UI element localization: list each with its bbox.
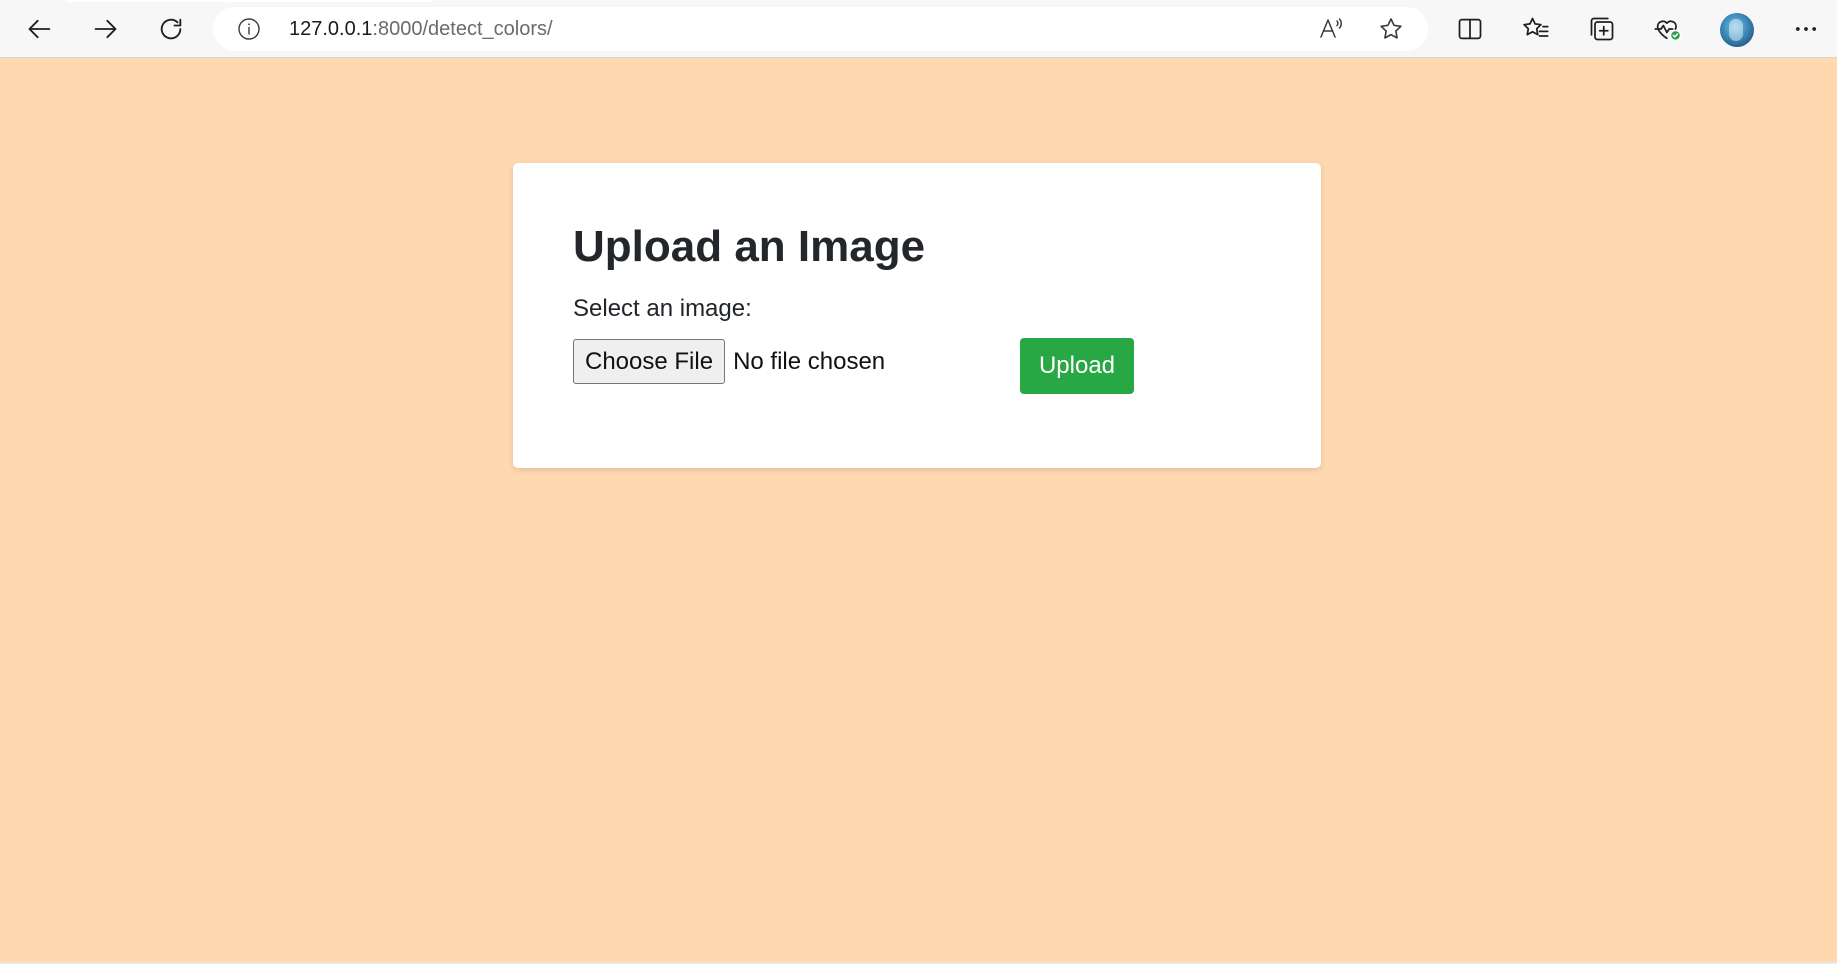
upload-button[interactable]: Upload — [1020, 338, 1134, 394]
back-button[interactable] — [22, 11, 58, 47]
browser-toolbar: 127.0.0.1:8000/detect_colors/ — [0, 0, 1837, 58]
read-aloud-icon[interactable] — [1317, 15, 1345, 43]
upload-card: Upload an Image Select an image: Choose … — [513, 163, 1321, 468]
forward-arrow-icon — [91, 15, 119, 43]
star-icon[interactable] — [1377, 15, 1405, 43]
file-status-text: No file chosen — [733, 347, 886, 375]
favorites-button[interactable] — [1518, 11, 1554, 47]
refresh-icon — [157, 15, 185, 43]
refresh-button[interactable] — [153, 11, 189, 47]
collections-button[interactable] — [1584, 11, 1620, 47]
performance-button[interactable] — [1650, 11, 1686, 47]
info-icon[interactable] — [237, 17, 261, 41]
page-viewport: Upload an Image Select an image: Choose … — [0, 58, 1837, 962]
file-input[interactable]: Choose File No file chosen — [573, 339, 885, 384]
back-arrow-icon — [26, 15, 54, 43]
collections-icon — [1588, 15, 1616, 43]
url-path: :8000/detect_colors/ — [372, 18, 553, 40]
heart-pulse-icon — [1653, 15, 1683, 43]
url-text[interactable]: 127.0.0.1:8000/detect_colors/ — [289, 7, 553, 51]
forward-button[interactable] — [87, 11, 123, 47]
choose-file-button[interactable]: Choose File — [573, 339, 726, 384]
active-tab-indicator — [66, 0, 432, 2]
address-bar[interactable]: 127.0.0.1:8000/detect_colors/ — [213, 7, 1428, 51]
url-host: 127.0.0.1 — [289, 18, 373, 40]
more-icon — [1792, 15, 1820, 43]
more-button[interactable] — [1788, 11, 1824, 47]
split-screen-button[interactable] — [1452, 11, 1488, 47]
profile-avatar[interactable] — [1720, 13, 1754, 47]
page-title: Upload an Image — [573, 222, 926, 271]
split-screen-icon — [1456, 15, 1484, 43]
select-image-label: Select an image: — [573, 295, 752, 322]
favorites-icon — [1522, 15, 1550, 43]
